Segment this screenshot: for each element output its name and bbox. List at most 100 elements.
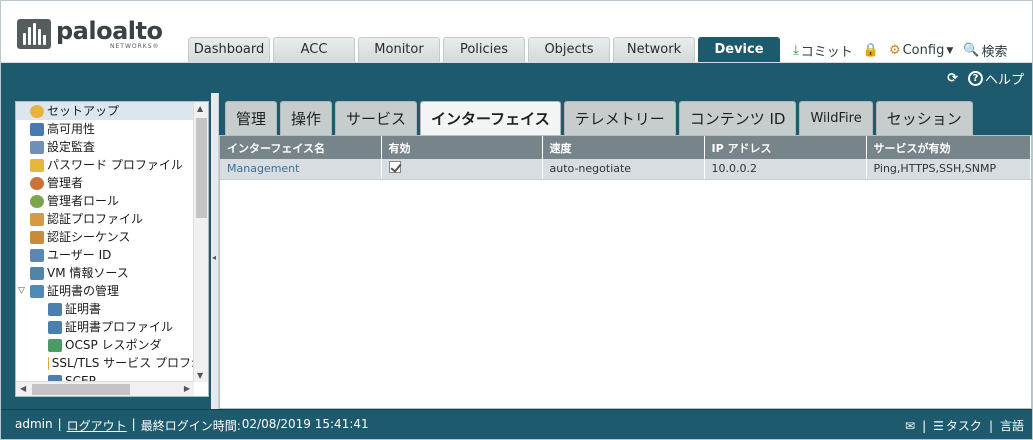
col-ip-address[interactable]: IP アドレス: [704, 136, 867, 159]
sidebar-item-label: セットアップ: [47, 104, 120, 118]
main-tabs: Dashboard ACC Monitor Policies Objects N…: [188, 37, 783, 62]
sidebar-item-certificates[interactable]: 証明書: [16, 300, 195, 318]
certificate-icon: [48, 302, 62, 316]
commit-button[interactable]: ⤓ コミット: [793, 41, 853, 60]
commit-label: コミット: [800, 45, 853, 60]
lock-button[interactable]: 🔒: [863, 43, 879, 58]
sidebar-item-auth-sequence[interactable]: 認証シーケンス: [16, 228, 195, 246]
sidebar-item-config-audit[interactable]: 設定監査: [16, 138, 195, 156]
header-actions: ⤓ コミット 🔒 ⚙ Config ▼ 🔍 検索: [793, 41, 1007, 60]
col-speed[interactable]: 速度: [542, 136, 705, 159]
sidebar-item-cert-profile[interactable]: 証明書プロファイル: [16, 318, 195, 336]
tasks-icon: ☰: [933, 418, 944, 433]
tab-network[interactable]: Network: [613, 37, 695, 62]
scroll-up-icon[interactable]: ▲: [197, 104, 203, 113]
subtab-interfaces[interactable]: インターフェイス: [420, 101, 561, 135]
subtab-management[interactable]: 管理: [225, 101, 278, 135]
language-button[interactable]: 言語: [1000, 417, 1024, 434]
help-label: ヘルプ: [984, 73, 1024, 88]
help-button[interactable]: ? ヘルプ: [967, 69, 1024, 88]
sidebar-item-ssl-tls[interactable]: SSL/TLS サービス プロフ:: [16, 354, 195, 372]
commit-icon: ⤓: [793, 43, 799, 58]
setup-icon: [30, 104, 44, 118]
sidebar-item-label: 設定監査: [47, 140, 96, 154]
lock-icon: 🔒: [862, 43, 879, 58]
scrollbar-thumb[interactable]: [32, 384, 130, 395]
scroll-right-icon[interactable]: ▶: [184, 384, 190, 393]
tasks-button[interactable]: ☰ タスク: [933, 417, 982, 434]
ocsp-icon: [48, 338, 62, 352]
collapse-left-icon[interactable]: ◂: [212, 253, 216, 262]
sub-tabs: 管理 操作 サービス インターフェイス テレメトリー コンテンツ ID Wild…: [225, 101, 976, 135]
subtab-services[interactable]: サービス: [335, 101, 418, 135]
tab-device[interactable]: Device: [698, 37, 780, 62]
sidebar-item-setup[interactable]: セットアップ: [16, 102, 195, 120]
tab-policies[interactable]: Policies: [443, 37, 525, 62]
subtab-telemetry[interactable]: テレメトリー: [563, 101, 676, 135]
toolbar-band: ⟳ ? ヘルプ: [1, 63, 1032, 93]
sidebar-item-label: VM 情報ソース: [47, 266, 129, 280]
admin-icon: [30, 176, 44, 190]
logout-link[interactable]: ログアウト: [67, 417, 127, 434]
sidebar-item-user-id[interactable]: ユーザー ID: [16, 246, 195, 264]
sidebar-item-admin-roles[interactable]: 管理者ロール: [16, 192, 195, 210]
sidebar-item-ocsp[interactable]: OCSP レスポンダ: [16, 336, 195, 354]
management-link[interactable]: Management: [227, 162, 299, 175]
cell-enabled: [381, 159, 543, 180]
brand-sub: NETWORKS®: [110, 43, 160, 50]
sidebar-item-label: 証明書: [65, 302, 102, 316]
sidebar-item-high-availability[interactable]: 高可用性: [16, 120, 195, 138]
sidebar-item-password-profile[interactable]: パスワード プロファイル: [16, 156, 195, 174]
sidebar-item-label: SSL/TLS サービス プロフ:: [51, 356, 195, 370]
tab-objects[interactable]: Objects: [528, 37, 610, 62]
interface-table: インターフェイス名 有効 速度 IP アドレス サービスが有効 Manageme…: [220, 136, 1031, 180]
search-button[interactable]: 🔍 検索: [963, 41, 1007, 60]
cell-speed: auto-negotiate: [542, 159, 705, 180]
subtab-content-id[interactable]: コンテンツ ID: [678, 101, 797, 135]
vm-info-icon: [30, 266, 44, 280]
interface-panel: インターフェイス名 有効 速度 IP アドレス サービスが有効 Manageme…: [219, 135, 1032, 409]
left-panel: セットアップ 高可用性 設定監査 パスワード プロファイル 管理者 管理者ロール…: [1, 93, 211, 409]
tab-monitor[interactable]: Monitor: [358, 37, 440, 62]
tab-dashboard[interactable]: Dashboard: [188, 37, 270, 62]
auth-profile-icon: [30, 212, 44, 226]
sidebar-item-vm-info[interactable]: VM 情報ソース: [16, 264, 195, 282]
table-row[interactable]: Management auto-negotiate 10.0.0.2 Ping,…: [220, 159, 1031, 180]
mail-icon[interactable]: ✉: [905, 419, 915, 433]
sidebar-item-label: ユーザー ID: [47, 248, 112, 262]
last-login-value: 02/08/2019 15:41:41: [241, 417, 369, 431]
nav-tree: セットアップ 高可用性 設定監査 パスワード プロファイル 管理者 管理者ロール…: [15, 101, 209, 397]
config-label: Config: [902, 43, 945, 58]
sidebar-item-cert-management[interactable]: ▽ 証明書の管理: [16, 282, 195, 300]
tab-acc[interactable]: ACC: [273, 37, 355, 62]
sidebar-item-label: 証明書の管理: [47, 284, 120, 298]
subtab-operations[interactable]: 操作: [280, 101, 333, 135]
cell-interface-name[interactable]: Management: [220, 159, 382, 180]
cert-management-icon: [30, 284, 44, 298]
subtab-session[interactable]: セッション: [875, 101, 973, 135]
sidebar-item-label: 証明書プロファイル: [65, 320, 174, 334]
sidebar-item-admins[interactable]: 管理者: [16, 174, 195, 192]
tree-horizontal-scrollbar[interactable]: ◀ ▶: [16, 381, 194, 396]
sidebar-item-label: OCSP レスポンダ: [65, 338, 162, 352]
col-enabled[interactable]: 有効: [381, 136, 543, 159]
search-icon: 🔍: [963, 43, 980, 58]
enabled-checkbox: [388, 161, 401, 174]
config-dropdown[interactable]: ⚙ Config ▼: [889, 43, 953, 58]
password-profile-icon: [30, 158, 44, 172]
scrollbar-thumb[interactable]: [196, 118, 207, 218]
sidebar-item-auth-profile[interactable]: 認証プロファイル: [16, 210, 195, 228]
col-services[interactable]: サービスが有効: [866, 136, 1031, 159]
sidebar-item-label: 管理者ロール: [47, 194, 120, 208]
scroll-down-icon[interactable]: ▼: [197, 371, 203, 380]
refresh-icon[interactable]: ⟳: [947, 71, 958, 86]
tree-vertical-scrollbar[interactable]: ▲ ▼: [193, 102, 208, 382]
sidebar-item-label: 高可用性: [47, 122, 96, 136]
subtab-wildfire[interactable]: WildFire: [799, 101, 873, 135]
cell-services: Ping,HTTPS,SSH,SNMP: [866, 159, 1031, 180]
tree-expand-icon[interactable]: ▽: [18, 282, 30, 300]
sidebar-item-label: 管理者: [47, 176, 84, 190]
col-interface-name[interactable]: インターフェイス名: [220, 136, 382, 159]
scroll-left-icon[interactable]: ◀: [20, 384, 26, 393]
panel-splitter[interactable]: ◂: [211, 93, 219, 409]
